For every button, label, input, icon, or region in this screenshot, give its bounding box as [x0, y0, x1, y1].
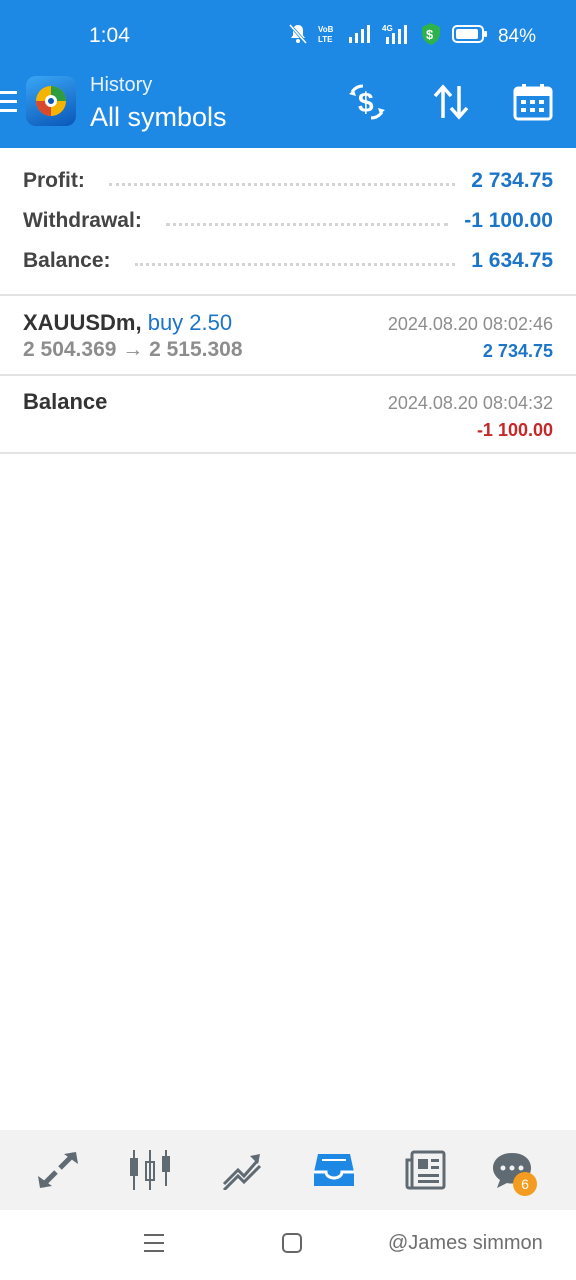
- balance-entry-amount: -1 100.00: [476, 420, 553, 440]
- history-row-trade[interactable]: XAUUSDm, buy 2.50 2 504.369 → 2 515.308 …: [0, 296, 576, 376]
- summary-withdrawal-row: Withdrawal: -1 100.00: [23, 206, 553, 236]
- signal-icon: [348, 24, 372, 49]
- news-icon[interactable]: [403, 1148, 449, 1192]
- summary-profit-row: Profit: 2 734.75: [23, 166, 553, 196]
- trade-profit: 2 734.75: [482, 341, 553, 361]
- svg-text:LTE: LTE: [318, 35, 333, 44]
- trade-symbol-name: XAUUSDm,: [23, 310, 142, 335]
- balance-value: 1 634.75: [471, 249, 553, 272]
- chat-badge: 6: [513, 1172, 537, 1196]
- battery-icon: [451, 24, 488, 49]
- svg-text:4G: 4G: [382, 24, 393, 33]
- sort-icon[interactable]: [430, 82, 472, 122]
- balance-entry-label: Balance: [23, 389, 108, 414]
- home-icon[interactable]: [281, 1232, 303, 1259]
- trade-symbol: XAUUSDm, buy 2.50: [23, 310, 232, 336]
- hamburger-menu-icon[interactable]: [0, 91, 17, 113]
- withdrawal-value: -1 100.00: [464, 209, 553, 232]
- header-subtitle: History: [90, 74, 153, 96]
- trade-type: buy 2.50: [147, 310, 233, 335]
- bottom-navigation: 6: [0, 1130, 576, 1210]
- history-summary: Profit: 2 734.75 Withdrawal: -1 100.00 B…: [0, 148, 576, 296]
- charts-icon[interactable]: [127, 1148, 173, 1192]
- balance-label: Balance:: [23, 249, 111, 272]
- profit-value: 2 734.75: [471, 169, 553, 192]
- status-time: 1:04: [89, 24, 130, 47]
- svg-text:VoB: VoB: [318, 25, 334, 34]
- profit-label: Profit:: [23, 169, 85, 192]
- volte-icon: VoB LTE: [318, 23, 338, 50]
- trade-date: 2024.08.20 08:02:46: [387, 314, 553, 334]
- calendar-icon[interactable]: [512, 82, 554, 122]
- menu-icon[interactable]: [143, 1232, 165, 1259]
- history-row-balance[interactable]: Balance 2024.08.20 08:04:32 -1 100.00: [0, 376, 576, 454]
- status-icons: VoB LTE 4G $ 84%: [288, 22, 536, 51]
- dotted-leader: [165, 222, 449, 226]
- svg-text:$: $: [358, 87, 374, 118]
- trade-icon[interactable]: [219, 1148, 265, 1192]
- metatrader-logo-icon: [26, 76, 76, 126]
- history-icon[interactable]: [311, 1148, 357, 1192]
- mute-bell-icon: [288, 23, 308, 50]
- trade-prices: 2 504.369 → 2 515.308: [23, 338, 243, 361]
- 4g-signal-icon: 4G: [382, 23, 410, 50]
- quotes-icon[interactable]: [35, 1148, 81, 1192]
- withdrawal-label: Withdrawal:: [23, 209, 142, 232]
- header-title[interactable]: All symbols: [90, 102, 227, 133]
- currency-exchange-icon[interactable]: $: [346, 82, 388, 122]
- app: 1:04 VoB LTE 4G $ 84% History All symbol…: [0, 0, 576, 1280]
- balance-entry-date: 2024.08.20 08:04:32: [387, 393, 553, 413]
- dotted-leader: [134, 262, 456, 266]
- summary-balance-row: Balance: 1 634.75: [23, 246, 553, 276]
- watermark: @James simmon: [388, 1232, 543, 1254]
- app-header: History All symbols $: [0, 70, 576, 148]
- chat-icon[interactable]: 6: [489, 1148, 537, 1196]
- battery-percent: 84%: [497, 25, 536, 47]
- dollar-shield-icon: $: [420, 22, 442, 51]
- svg-text:$: $: [426, 27, 434, 42]
- status-bar: 1:04 VoB LTE 4G $ 84%: [0, 0, 576, 70]
- dotted-leader: [108, 182, 456, 186]
